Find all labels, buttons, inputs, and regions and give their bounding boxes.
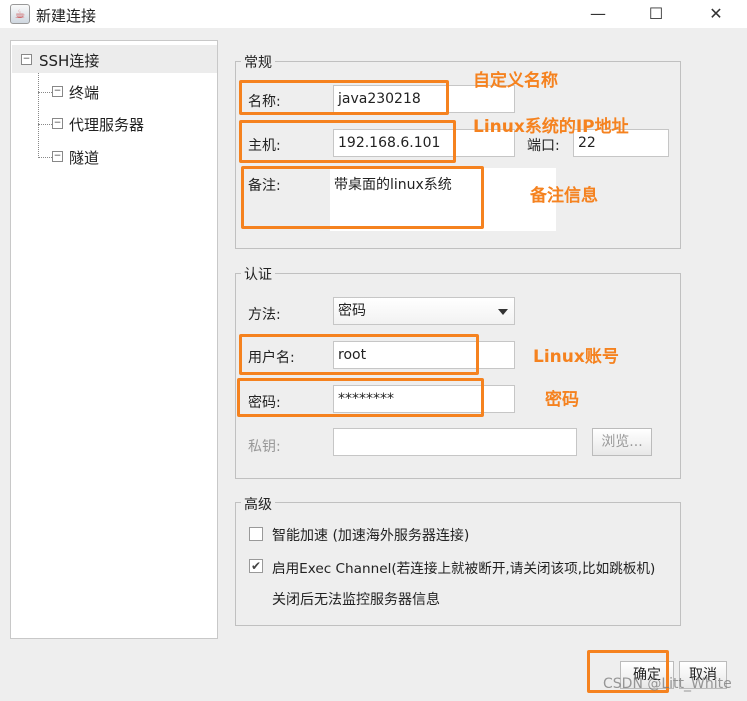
minimize-button[interactable]: — xyxy=(578,2,618,26)
window-title: 新建连接 xyxy=(36,7,97,25)
accel-label: 智能加速 (加速海外服务器连接) xyxy=(272,528,470,544)
watermark: CSDN @Litt_White xyxy=(603,676,732,692)
close-button[interactable]: ✕ xyxy=(696,2,736,26)
accel-checkbox[interactable] xyxy=(249,527,263,541)
annotation-user: Linux账号 xyxy=(533,347,619,367)
node-icon: − xyxy=(52,86,63,97)
exec-label: 启用Exec Channel(若连接上就被断开,请关闭该项,比如跳板机) xyxy=(272,561,656,577)
annotation-box-remark xyxy=(241,166,484,229)
annotation-box-host xyxy=(239,120,456,163)
annotation-box-user xyxy=(239,334,479,375)
tree-item-proxy[interactable]: 代理服务器 xyxy=(69,114,144,135)
tree-item-ssh-label[interactable]: SSH连接 xyxy=(39,50,99,71)
advanced-legend: 高级 xyxy=(241,494,275,514)
port-label: 端口: xyxy=(527,138,560,154)
chevron-down-icon xyxy=(498,309,508,315)
settings-tree: − SSH连接 − 终端 − 代理服务器 − 隧道 xyxy=(10,40,218,639)
exec-note: 关闭后无法监控服务器信息 xyxy=(272,592,440,608)
private-key-label: 私钥: xyxy=(248,439,281,455)
annotation-password: 密码 xyxy=(545,390,579,410)
collapse-icon[interactable]: − xyxy=(21,54,32,65)
method-value: 密码 xyxy=(338,303,366,319)
tree-item-terminal[interactable]: 终端 xyxy=(69,82,99,103)
method-select[interactable]: 密码 xyxy=(333,297,515,325)
node-icon: − xyxy=(52,151,63,162)
auth-legend: 认证 xyxy=(241,264,275,284)
java-icon: ☕ xyxy=(10,4,30,24)
tree-item-tunnel[interactable]: 隧道 xyxy=(69,147,99,168)
exec-checkbox[interactable]: ✔ xyxy=(249,559,263,573)
annotation-host: Linux系统的IP地址 xyxy=(473,117,629,137)
annotation-remark: 备注信息 xyxy=(530,186,598,206)
annotation-name: 自定义名称 xyxy=(473,71,558,91)
browse-button[interactable]: 浏览... xyxy=(592,428,652,456)
maximize-button[interactable]: ☐ xyxy=(636,2,676,26)
method-label: 方法: xyxy=(248,307,281,323)
annotation-box-name xyxy=(239,80,449,115)
title-bar xyxy=(0,0,747,28)
general-legend: 常规 xyxy=(241,52,275,72)
private-key-input[interactable] xyxy=(333,428,577,456)
node-icon: − xyxy=(52,118,63,129)
annotation-box-password xyxy=(237,378,484,417)
